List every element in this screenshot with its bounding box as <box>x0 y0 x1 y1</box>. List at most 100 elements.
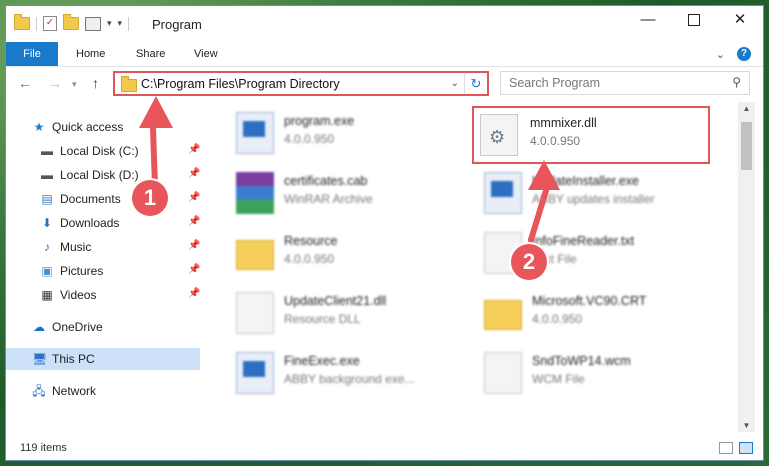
forward-arrow-icon[interactable]: → <box>48 75 62 91</box>
callout-arrowhead-2 <box>528 160 560 190</box>
network-icon: 🖧 <box>32 384 46 398</box>
maximize-icon <box>688 14 700 27</box>
sidebar-item-label: This PC <box>52 352 95 366</box>
chevron-down-icon[interactable]: ⌄ <box>451 78 459 89</box>
tab-share[interactable]: Share <box>136 42 165 66</box>
file-item-updateinstaller-exe[interactable]: UpdateInstaller.exe ABBY updates install… <box>476 168 721 218</box>
sidebar-item-label: Quick access <box>52 120 124 134</box>
pictures-icon: ▣ <box>41 264 53 278</box>
file-detail: 4.0.0.950 <box>284 132 335 146</box>
folder-icon <box>484 300 522 330</box>
file-item-certificates-cab[interactable]: certificates.cab WinRAR Archive <box>228 168 473 218</box>
back-arrow-icon[interactable]: ← <box>18 75 32 91</box>
properties-check-icon[interactable]: ✓ <box>43 16 57 31</box>
archive-file-icon <box>236 172 274 214</box>
file-detail: 4.0.0.950 <box>532 312 583 326</box>
help-icon[interactable]: ? <box>737 47 751 61</box>
sidebar-item-local-disk-c[interactable]: ▬ Local Disk (C:) <box>40 140 139 162</box>
sidebar-item-label: Network <box>52 384 97 398</box>
wcm-file-icon <box>484 352 522 394</box>
status-bar: 119 items <box>6 434 763 460</box>
minimize-button[interactable]: — <box>625 6 671 36</box>
address-row: ← → ▾ ↑ C:\Program Files\Program Directo… <box>6 67 763 99</box>
navigation-pane: ★ Quick access ▬ Local Disk (C:) 📌 ▬ Loc… <box>6 102 202 432</box>
scroll-up-icon[interactable]: ▲ <box>738 104 755 113</box>
sidebar-item-documents[interactable]: ▤ Documents <box>40 188 121 210</box>
drive-icon: ▬ <box>41 168 53 182</box>
scrollbar-thumb[interactable] <box>741 122 752 170</box>
file-name: mmmixer.dll <box>530 116 597 130</box>
file-item-resource[interactable]: Resource 4.0.0.950 <box>228 228 473 278</box>
file-detail: WinRAR Archive <box>284 192 373 206</box>
details-view-icon[interactable] <box>719 442 733 454</box>
pin-icon[interactable]: 📌 <box>188 288 200 299</box>
file-item-sndtowp14-wcm[interactable]: SndToWP14.wcm WCM File <box>476 348 721 398</box>
sidebar-item-local-disk-d[interactable]: ▬ Local Disk (D:) <box>40 164 139 186</box>
sidebar-item-label: Videos <box>60 288 97 302</box>
file-detail: ABBY background exe... <box>284 372 415 386</box>
window-title: Program <box>152 17 202 32</box>
pin-icon[interactable]: 📌 <box>188 264 200 275</box>
folder-icon <box>121 76 137 92</box>
folder-icon[interactable] <box>14 14 30 30</box>
sidebar-item-downloads[interactable]: ⬇ Downloads <box>40 212 119 234</box>
pin-icon[interactable]: 📌 <box>188 168 200 179</box>
chevron-down-icon[interactable]: ▾ <box>107 18 112 29</box>
maximize-button[interactable] <box>671 6 717 36</box>
sidebar-item-quick-access[interactable]: ★ Quick access <box>32 116 124 138</box>
ribbon-tabs: File Home Share View ⌄ ? <box>6 42 763 67</box>
address-bar[interactable]: C:\Program Files\Program Directory ⌄ ↻ <box>113 71 489 96</box>
file-item-updateclient21-dll[interactable]: UpdateClient21.dll Resource DLL <box>228 288 473 338</box>
close-button[interactable]: ✕ <box>717 6 763 36</box>
sidebar-item-label: Downloads <box>60 216 120 230</box>
highlighted-file-item[interactable]: ⚙ mmmixer.dll 4.0.0.950 <box>472 106 710 164</box>
expand-ribbon-icon[interactable]: ⌄ <box>716 48 725 61</box>
file-detail: ABBY updates installer <box>532 192 655 206</box>
sidebar-item-label: Pictures <box>60 264 104 278</box>
scroll-down-icon[interactable]: ▼ <box>738 421 755 430</box>
sidebar-item-videos[interactable]: ▦ Videos <box>40 284 96 306</box>
sidebar-item-label: Local Disk (D:) <box>60 168 139 182</box>
download-arrow-icon: ⬇ <box>41 216 53 230</box>
separator <box>36 16 37 31</box>
sidebar-item-label: Documents <box>60 192 121 206</box>
file-name: UpdateClient21.dll <box>284 294 387 308</box>
file-detail: Resource DLL <box>284 312 361 326</box>
pin-icon[interactable]: 📌 <box>188 216 200 227</box>
star-icon: ★ <box>33 120 45 134</box>
up-arrow-icon[interactable]: ↑ <box>92 75 99 91</box>
search-input[interactable]: Search Program ⚲ <box>500 71 750 95</box>
large-icons-view-icon[interactable] <box>739 442 753 454</box>
search-icon[interactable]: ⚲ <box>732 75 741 89</box>
callout-badge-1: 1 <box>132 180 168 216</box>
file-item-program-exe[interactable]: program.exe 4.0.0.950 <box>228 108 473 158</box>
file-item-mmmixer-dll[interactable]: ⚙ mmmixer.dll 4.0.0.950 <box>474 110 719 160</box>
sidebar-item-this-pc[interactable]: 🖥 This PC <box>6 348 200 370</box>
new-folder-icon[interactable] <box>63 14 79 30</box>
file-detail: 4.0.0.950 <box>284 252 335 266</box>
file-name: Resource <box>284 234 338 248</box>
tab-file[interactable]: File <box>6 42 58 66</box>
sidebar-item-onedrive[interactable]: ☁ OneDrive <box>32 316 103 338</box>
sidebar-item-pictures[interactable]: ▣ Pictures <box>40 260 103 282</box>
file-item-fineexec-exe[interactable]: FineExec.exe ABBY background exe... <box>228 348 473 398</box>
folder-icon <box>236 240 274 270</box>
customize-toolbar-icon[interactable]: ▾ <box>118 18 123 29</box>
dll-file-icon <box>236 292 274 334</box>
refresh-icon[interactable]: ↻ <box>464 73 487 94</box>
pin-icon[interactable]: 📌 <box>188 192 200 203</box>
recent-locations-chevron-icon[interactable]: ▾ <box>72 79 77 90</box>
tab-home[interactable]: Home <box>76 42 105 66</box>
address-path[interactable]: C:\Program Files\Program Directory <box>141 77 340 91</box>
properties-icon[interactable] <box>85 16 101 31</box>
sidebar-item-music[interactable]: ♪ Music <box>40 236 91 258</box>
sidebar-item-network[interactable]: 🖧 Network <box>32 380 96 402</box>
tab-view[interactable]: View <box>194 42 218 66</box>
exe-file-icon <box>484 172 522 214</box>
file-item-microsoft-vc90-crt[interactable]: Microsoft.VC90.CRT 4.0.0.950 <box>476 288 721 338</box>
music-note-icon: ♪ <box>44 240 50 254</box>
pin-icon[interactable]: 📌 <box>188 144 200 155</box>
film-icon: ▦ <box>41 288 53 302</box>
pin-icon[interactable]: 📌 <box>188 240 200 251</box>
vertical-scrollbar[interactable]: ▲ ▼ <box>738 102 755 432</box>
